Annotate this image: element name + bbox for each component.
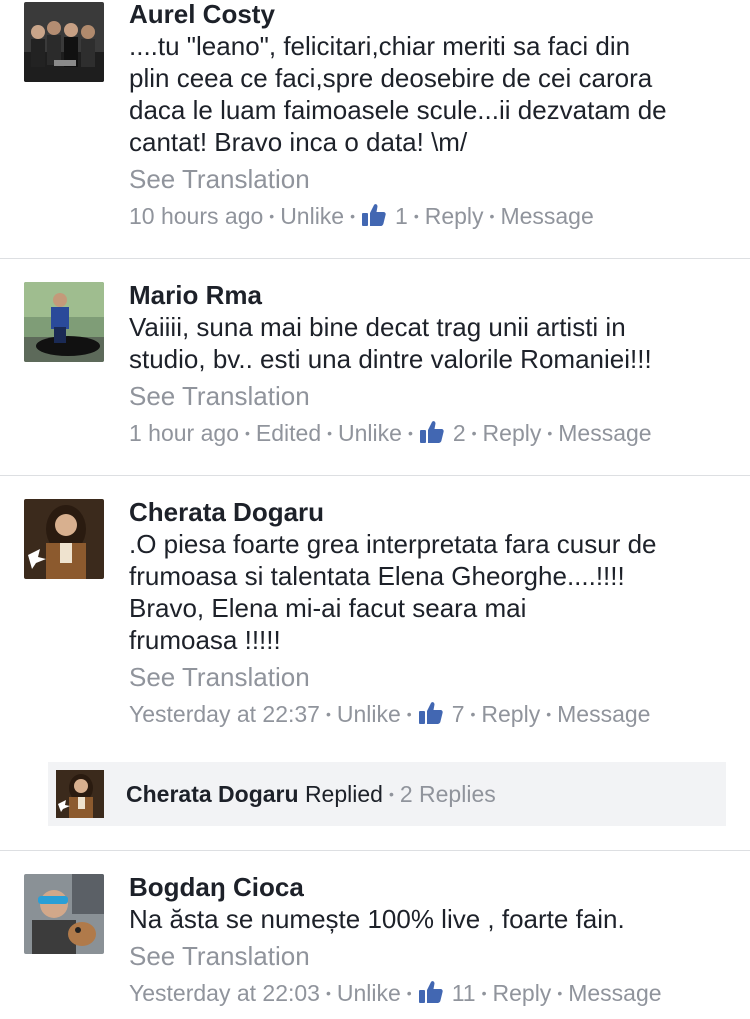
separator-dot: • xyxy=(489,208,495,224)
divider xyxy=(0,258,750,259)
comment-actions: Yesterday at 22:37 • Unlike • 7 • Reply • Messag… xyxy=(129,698,732,733)
avatar xyxy=(56,770,104,818)
see-translation-link[interactable]: See Translation xyxy=(129,380,732,412)
see-translation-link[interactable]: See Translation xyxy=(129,163,732,195)
comment-text: ....tu "leano", felicitari,chiar meriti … xyxy=(129,31,667,157)
comment-time[interactable]: Yesterday at 22:03 xyxy=(129,977,320,1009)
like-count[interactable]: 1 xyxy=(361,200,408,232)
comment-actions: Yesterday at 22:03 • Unlike • 11 • Reply • Messa… xyxy=(129,977,732,1012)
see-translation-link[interactable]: See Translation xyxy=(129,661,732,693)
separator-dot: • xyxy=(327,425,333,441)
like-count[interactable]: 11 xyxy=(418,977,476,1009)
replies-summary-text: Cherata Dogaru Replied • 2 Replies xyxy=(126,778,496,813)
thumbs-up-icon xyxy=(418,702,443,724)
separator-dot: • xyxy=(557,985,563,1001)
message-button[interactable]: Message xyxy=(500,200,593,232)
separator-dot: • xyxy=(471,425,477,441)
comment-time[interactable]: 1 hour ago xyxy=(129,417,239,449)
separator-dot: • xyxy=(546,706,552,722)
separator-dot: • xyxy=(470,706,476,722)
comment-text: Vaiiii, suna mai bine decat trag unii ar… xyxy=(129,312,652,374)
comment-text: Na ăsta se numește 100% live , foarte fa… xyxy=(129,904,625,934)
comment-author[interactable]: Aurel Costy xyxy=(129,0,732,30)
comment-author[interactable]: Bogdaŋ Cioca xyxy=(129,871,732,903)
reply-author[interactable]: Cherata Dogaru xyxy=(126,781,299,807)
unlike-button[interactable]: Unlike xyxy=(338,417,402,449)
unlike-button[interactable]: Unlike xyxy=(337,977,401,1009)
message-button[interactable]: Message xyxy=(568,977,661,1009)
thumbs-up-icon xyxy=(418,981,443,1003)
unlike-button[interactable]: Unlike xyxy=(337,698,401,730)
avatar[interactable] xyxy=(24,874,104,954)
replies-summary[interactable]: Cherata Dogaru Replied • 2 Replies xyxy=(48,762,726,826)
like-count[interactable]: 2 xyxy=(419,417,466,449)
comment-actions: 1 hour ago • Edited • Unlike • 2 • Reply • Message xyxy=(129,417,732,452)
separator-dot: • xyxy=(406,706,412,722)
reply-action: Replied xyxy=(304,781,383,807)
comment-text: .O piesa foarte grea interpretata fara c… xyxy=(129,529,657,655)
comment-time[interactable]: Yesterday at 22:37 xyxy=(129,698,320,730)
reply-button[interactable]: Reply xyxy=(481,698,540,730)
separator-dot: • xyxy=(244,425,250,441)
divider xyxy=(0,850,750,851)
separator-dot: • xyxy=(269,208,275,224)
reply-button[interactable]: Reply xyxy=(493,977,552,1009)
comment-author[interactable]: Mario Rma xyxy=(129,279,732,311)
separator-dot: • xyxy=(413,208,419,224)
separator-dot: • xyxy=(350,208,356,224)
separator-dot: • xyxy=(407,425,413,441)
thumbs-up-icon xyxy=(419,421,444,443)
thumbs-up-icon xyxy=(362,204,386,226)
separator-dot: • xyxy=(325,706,331,722)
separator-dot: • xyxy=(481,985,487,1001)
reply-button[interactable]: Reply xyxy=(483,417,542,449)
reply-button[interactable]: Reply xyxy=(425,200,484,232)
avatar[interactable] xyxy=(24,2,104,82)
separator-dot: • xyxy=(325,985,331,1001)
separator-dot: • xyxy=(406,985,412,1001)
separator-dot: • xyxy=(547,425,553,441)
separator-dot: • xyxy=(388,786,394,802)
message-button[interactable]: Message xyxy=(558,417,651,449)
comment-time[interactable]: 10 hours ago xyxy=(129,200,263,232)
divider xyxy=(0,475,750,476)
reply-count-link[interactable]: 2 Replies xyxy=(400,781,496,807)
unlike-button[interactable]: Unlike xyxy=(280,200,344,232)
edited-label[interactable]: Edited xyxy=(256,417,321,449)
message-button[interactable]: Message xyxy=(557,698,650,730)
avatar[interactable] xyxy=(24,282,104,362)
avatar[interactable] xyxy=(24,499,104,579)
comment-actions: 10 hours ago • Unlike • 1 • Reply • Message xyxy=(129,200,732,235)
see-translation-link[interactable]: See Translation xyxy=(129,940,732,972)
comment-author[interactable]: Cherata Dogaru xyxy=(129,496,732,528)
like-count[interactable]: 7 xyxy=(418,698,465,730)
